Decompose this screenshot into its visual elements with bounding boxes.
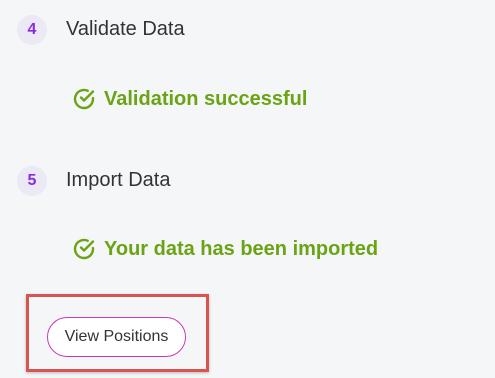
view-positions-button[interactable]: View Positions [47, 317, 186, 357]
import-status: Your data has been imported [72, 237, 378, 261]
check-circle-icon [73, 88, 95, 110]
validation-status: Validation successful [72, 87, 307, 111]
status-text: Validation successful [104, 87, 308, 110]
step-number-badge: 4 [17, 15, 47, 45]
step-number-badge: 5 [17, 166, 47, 196]
step-title: Validate Data [66, 18, 185, 40]
check-circle-icon [73, 238, 95, 260]
status-text: Your data has been imported [104, 237, 379, 260]
step-title: Import Data [66, 169, 171, 191]
